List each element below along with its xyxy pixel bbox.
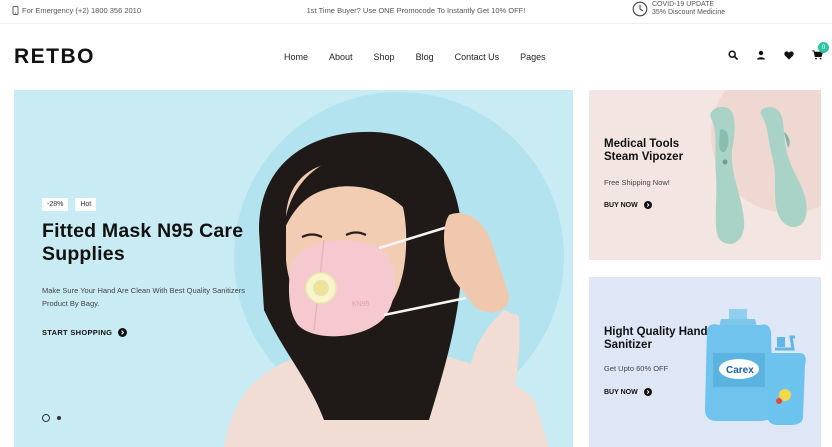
heart-icon[interactable] bbox=[782, 48, 796, 62]
banner2-subtitle: Get Upto 60% OFF bbox=[604, 364, 669, 373]
start-shopping-label: START SHOPPING bbox=[42, 328, 113, 337]
nav-contact-us[interactable]: Contact Us bbox=[455, 52, 500, 62]
nav-pages[interactable]: Pages bbox=[520, 52, 546, 62]
nav-blog[interactable]: Blog bbox=[416, 52, 434, 62]
hero-model-image: KN95 bbox=[224, 131, 549, 447]
logo[interactable]: RETBO bbox=[14, 45, 95, 69]
start-shopping-button[interactable]: START SHOPPING bbox=[42, 328, 128, 337]
header-icons: 0 bbox=[726, 42, 829, 62]
arrow-circle-icon bbox=[643, 388, 652, 396]
carex-label: Carex bbox=[726, 365, 754, 376]
sanitizer-image: Carex bbox=[705, 309, 806, 425]
top-bar: For Emergency (+2) 1800 356 2010 1st Tim… bbox=[0, 0, 832, 24]
nav-about[interactable]: About bbox=[329, 52, 353, 62]
banner2-buy-now-button[interactable]: BUY NOW bbox=[604, 388, 652, 396]
main-nav: Home About Shop Blog Contact Us Pages bbox=[284, 52, 567, 62]
banner1-title: Medical Tools Steam Vipozer bbox=[604, 138, 684, 163]
banner2-title: Hight Quality Hand Sanitizer bbox=[604, 326, 708, 351]
cart-button[interactable]: 0 bbox=[810, 42, 829, 62]
hot-badge: Hot bbox=[75, 198, 97, 211]
arrow-circle-icon bbox=[643, 201, 652, 209]
search-icon[interactable] bbox=[726, 48, 740, 62]
banner1-buy-now-button[interactable]: BUY NOW bbox=[604, 201, 652, 209]
nav-shop[interactable]: Shop bbox=[374, 52, 395, 62]
covid-subtitle: 35% Discount Medicine bbox=[652, 9, 726, 16]
arrow-circle-icon bbox=[118, 328, 128, 337]
covid-update[interactable]: COVID-19 UPDATE 35% Discount Medicine bbox=[632, 1, 725, 17]
discount-badge: -28% bbox=[42, 198, 69, 211]
user-icon[interactable] bbox=[754, 48, 768, 62]
banner-steam-vaporizer[interactable]: Medical Tools Steam Vipozer Free Shippin… bbox=[589, 90, 821, 260]
vaporizer-image bbox=[710, 90, 821, 244]
banner1-subtitle: Free Shipping Now! bbox=[604, 178, 670, 187]
hero-title: Fitted Mask N95 Care Supplies bbox=[42, 220, 244, 265]
nav-home[interactable]: Home bbox=[284, 52, 308, 62]
main-header: RETBO Home About Shop Blog Contact Us Pa… bbox=[0, 24, 832, 90]
covid-title: COVID-19 UPDATE bbox=[652, 1, 715, 8]
slider-dot-1[interactable] bbox=[42, 414, 50, 422]
banner-hand-sanitizer[interactable]: Carex Hight Quality Hand Sanitizer Get U… bbox=[589, 277, 821, 447]
hero-slider: KN95 -28% Hot Fitted Mask N95 Care Suppl… bbox=[14, 90, 573, 447]
clock-icon bbox=[632, 1, 648, 17]
banner1-buy-now-label: BUY NOW bbox=[604, 201, 638, 209]
hero-description: Make Sure Your Hand Are Clean With Best … bbox=[42, 286, 246, 308]
banner2-buy-now-label: BUY NOW bbox=[604, 388, 638, 396]
cart-count-badge: 0 bbox=[818, 42, 829, 53]
mask-label: KN95 bbox=[352, 301, 370, 308]
slider-dot-2[interactable] bbox=[57, 416, 61, 420]
slider-dots bbox=[42, 414, 61, 422]
hero-badges: -28% Hot bbox=[42, 198, 97, 211]
